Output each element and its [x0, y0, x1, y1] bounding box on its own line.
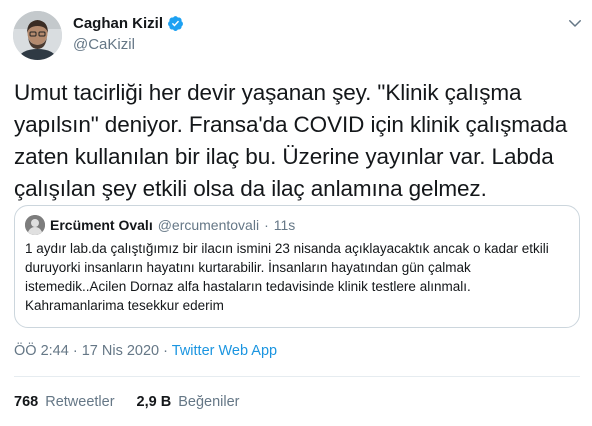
quoted-author-avatar	[25, 215, 45, 235]
quoted-timestamp: 11s	[273, 217, 296, 233]
tweet-text: Umut tacirliği her devir yaşanan şey. "K…	[14, 80, 568, 201]
quoted-tweet-text: 1 aydır lab.da çalıştığımız bir ilacın i…	[25, 241, 549, 313]
tweet-card: Caghan Kizil @CaKizil Umut tacirliği her…	[0, 0, 592, 426]
tweet-metadata: ÖÖ 2:44 · 17 Nis 2020 · Twitter Web App	[14, 343, 277, 359]
retweets-count: 768	[14, 394, 39, 410]
author-display-name[interactable]: Caghan Kizil	[73, 15, 163, 32]
retweets-label: Retweetler	[45, 394, 115, 410]
retweets-stat[interactable]: 768 Retweetler	[14, 394, 115, 410]
meta-separator: ·	[163, 343, 168, 359]
quoted-author-handle: @ercumentovali	[157, 217, 260, 233]
author-handle[interactable]: @CaKizil	[73, 36, 135, 53]
divider	[14, 376, 580, 377]
quoted-separator: ·	[264, 217, 269, 233]
verified-badge-icon	[167, 15, 184, 32]
author-name-row: Caghan Kizil	[73, 15, 184, 32]
likes-count: 2,9 B	[136, 394, 172, 410]
quoted-author-name: Ercüment Ovalı	[50, 217, 153, 233]
meta-separator: ·	[72, 343, 78, 359]
tweet-time[interactable]: ÖÖ 2:44	[14, 343, 69, 359]
quoted-tweet-header: Ercüment Ovalı @ercumentovali · 11s	[25, 215, 295, 235]
chevron-down-icon[interactable]	[566, 14, 584, 32]
likes-label: Beğeniler	[178, 394, 240, 410]
quoted-tweet[interactable]: Ercüment Ovalı @ercumentovali · 11s 1 ay…	[14, 205, 580, 328]
source-app-link[interactable]: Twitter Web App	[172, 343, 277, 359]
likes-stat[interactable]: 2,9 B Beğeniler	[137, 394, 240, 410]
tweet-date[interactable]: 17 Nis 2020	[82, 343, 159, 359]
author-avatar[interactable]	[13, 11, 62, 60]
tweet-stats: 768 Retweetler 2,9 B Beğeniler	[14, 394, 240, 410]
